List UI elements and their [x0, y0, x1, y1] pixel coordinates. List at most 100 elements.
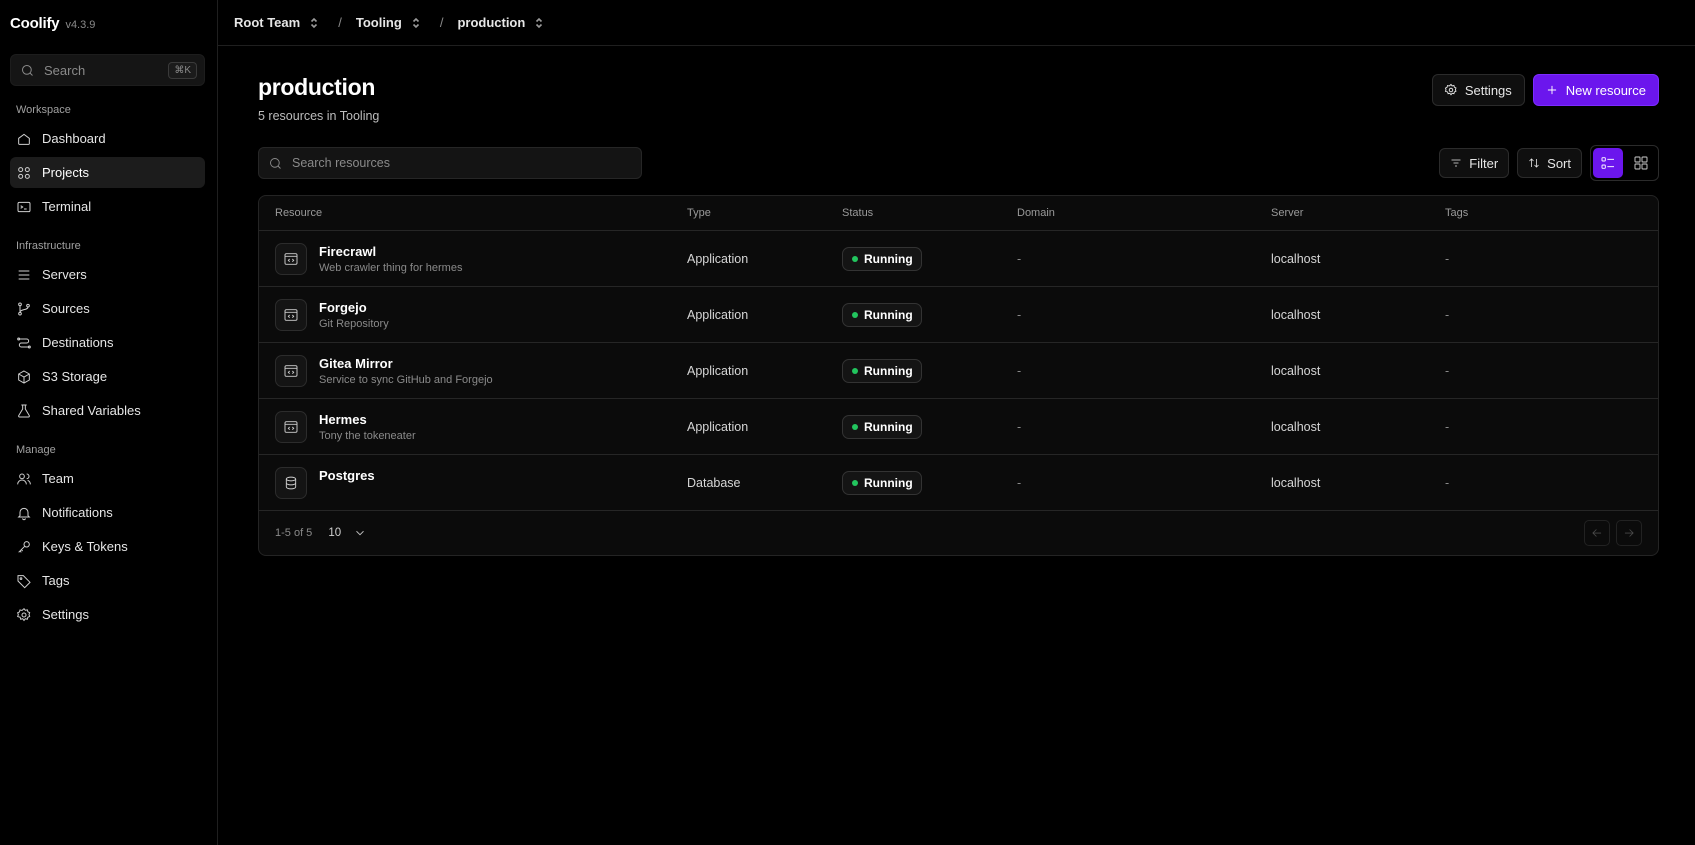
status-label: Running — [864, 419, 913, 434]
status-cell: Running — [826, 246, 1001, 271]
global-search-button[interactable]: Search ⌘K — [10, 54, 205, 86]
server-icon — [18, 270, 30, 279]
application-icon — [275, 242, 307, 275]
sidebar-item-label: Terminal — [42, 199, 92, 214]
sidebar-item-s3-storage[interactable]: S3 Storage — [10, 361, 205, 392]
column-header-tags[interactable]: Tags — [1429, 207, 1658, 219]
plus-icon — [1547, 85, 1556, 95]
status-cell: Running — [826, 470, 1001, 495]
column-header-resource[interactable]: Resource — [259, 207, 671, 219]
breadcrumb-environment[interactable]: production — [457, 15, 545, 30]
key-icon — [18, 540, 30, 553]
resource-domain: - — [1017, 363, 1022, 378]
page-header: production 5 resources in Tooling Settin… — [258, 74, 1659, 123]
resource-description: Git Repository — [319, 317, 389, 330]
sort-button-label: Sort — [1547, 155, 1571, 171]
status-label: Running — [864, 307, 913, 322]
resource-description: Service to sync GitHub and Forgejo — [319, 373, 493, 386]
settings-button[interactable]: Settings — [1431, 74, 1525, 106]
resource-domain: - — [1017, 419, 1022, 434]
sidebar-item-terminal[interactable]: Terminal — [10, 191, 205, 222]
table-row[interactable]: Firecrawl Web crawler thing for hermes A… — [259, 231, 1658, 287]
chevron-up-down-icon — [311, 17, 318, 28]
sort-icon — [1529, 158, 1539, 168]
grid-view-button[interactable] — [1626, 148, 1656, 178]
sidebar-item-label: Shared Variables — [42, 403, 141, 418]
main-content: Root Team / Tooling / production product… — [218, 0, 1695, 845]
table-row[interactable]: Hermes Tony the tokeneater Application R… — [259, 399, 1658, 455]
sidebar-item-label: Destinations — [42, 335, 114, 350]
resource-cell: Postgres — [259, 466, 671, 499]
sidebar-item-sources[interactable]: Sources — [10, 293, 205, 324]
sidebar-item-dashboard[interactable]: Dashboard — [10, 123, 205, 154]
sidebar-item-label: Tags — [42, 573, 70, 588]
sidebar-item-servers[interactable]: Servers — [10, 259, 205, 290]
table-footer: 1-5 of 5 10 — [259, 511, 1658, 555]
database-icon — [275, 466, 307, 499]
resource-text: Postgres — [319, 468, 375, 483]
gear-icon — [1444, 83, 1457, 96]
filter-button-label: Filter — [1469, 155, 1499, 171]
sidebar-item-team[interactable]: Team — [10, 463, 205, 494]
sidebar-item-label: Notifications — [42, 505, 113, 520]
users-icon — [17, 473, 31, 484]
settings-button-label: Settings — [1464, 82, 1512, 98]
status-dot — [852, 479, 858, 486]
sidebar-item-destinations[interactable]: Destinations — [10, 327, 205, 358]
sidebar-item-keys-tokens[interactable]: Keys & Tokens — [10, 531, 205, 562]
sidebar-item-tags[interactable]: Tags — [10, 565, 205, 596]
breadcrumb-environment-label: production — [457, 15, 526, 30]
resource-text: Forgejo Git Repository — [319, 300, 389, 330]
grid-icon — [18, 166, 30, 179]
bell-icon — [17, 507, 31, 520]
pagination-info: 1-5 of 5 10 — [275, 526, 367, 540]
resource-tags: - — [1445, 251, 1450, 266]
resource-server: localhost — [1271, 307, 1321, 322]
sort-button[interactable]: Sort — [1517, 148, 1582, 178]
header-actions: Settings New resource — [1431, 74, 1659, 106]
status-dot — [852, 367, 858, 374]
page-size-select[interactable]: 10 — [328, 526, 367, 540]
section-label-manage: Manage — [16, 444, 56, 456]
sidebar-item-notifications[interactable]: Notifications — [10, 497, 205, 528]
previous-page-button[interactable] — [1584, 520, 1610, 546]
resource-tags: - — [1445, 363, 1450, 378]
table-row[interactable]: Gitea Mirror Service to sync GitHub and … — [259, 343, 1658, 399]
column-header-status[interactable]: Status — [826, 207, 1001, 219]
status-cell: Running — [826, 358, 1001, 383]
table-row[interactable]: Postgres Database Running - localhost - — [259, 455, 1658, 511]
status-label: Running — [864, 363, 913, 378]
resource-type: Database — [687, 475, 741, 490]
sidebar-item-settings[interactable]: Settings — [10, 599, 205, 630]
breadcrumb-project[interactable]: Tooling — [356, 15, 422, 30]
sidebar-item-projects[interactable]: Projects — [10, 157, 205, 188]
brand: Coolify v4.3.9 — [10, 0, 205, 46]
status-dot — [852, 423, 858, 430]
status-badge: Running — [842, 246, 922, 271]
flask-icon — [18, 404, 30, 417]
sidebar: Coolify v4.3.9 Search ⌘K Workspace Dashb… — [0, 0, 218, 845]
column-header-domain[interactable]: Domain — [1001, 207, 1255, 219]
global-search-label: Search — [44, 62, 86, 78]
app-name: Coolify — [10, 15, 60, 32]
column-header-type[interactable]: Type — [671, 207, 826, 219]
resource-domain: - — [1017, 475, 1022, 490]
next-page-button[interactable] — [1616, 520, 1642, 546]
breadcrumb-team[interactable]: Root Team — [234, 15, 320, 30]
table-row[interactable]: Forgejo Git Repository Application Runni… — [259, 287, 1658, 343]
column-header-server[interactable]: Server — [1255, 207, 1429, 219]
new-resource-button-label: New resource — [1565, 82, 1646, 98]
application-icon — [275, 354, 307, 387]
resource-server: localhost — [1271, 419, 1321, 434]
list-view-button[interactable] — [1593, 148, 1623, 178]
resource-text: Gitea Mirror Service to sync GitHub and … — [319, 356, 493, 386]
new-resource-button[interactable]: New resource — [1532, 74, 1659, 106]
sidebar-item-shared-variables[interactable]: Shared Variables — [10, 395, 205, 426]
resource-search-input[interactable] — [292, 156, 641, 170]
filter-button[interactable]: Filter — [1439, 148, 1510, 178]
breadcrumb-separator: / — [338, 15, 342, 30]
resource-cell: Firecrawl Web crawler thing for hermes — [259, 242, 671, 275]
page-title: production — [258, 74, 376, 100]
view-toggle — [1590, 145, 1659, 181]
status-badge: Running — [842, 470, 922, 495]
